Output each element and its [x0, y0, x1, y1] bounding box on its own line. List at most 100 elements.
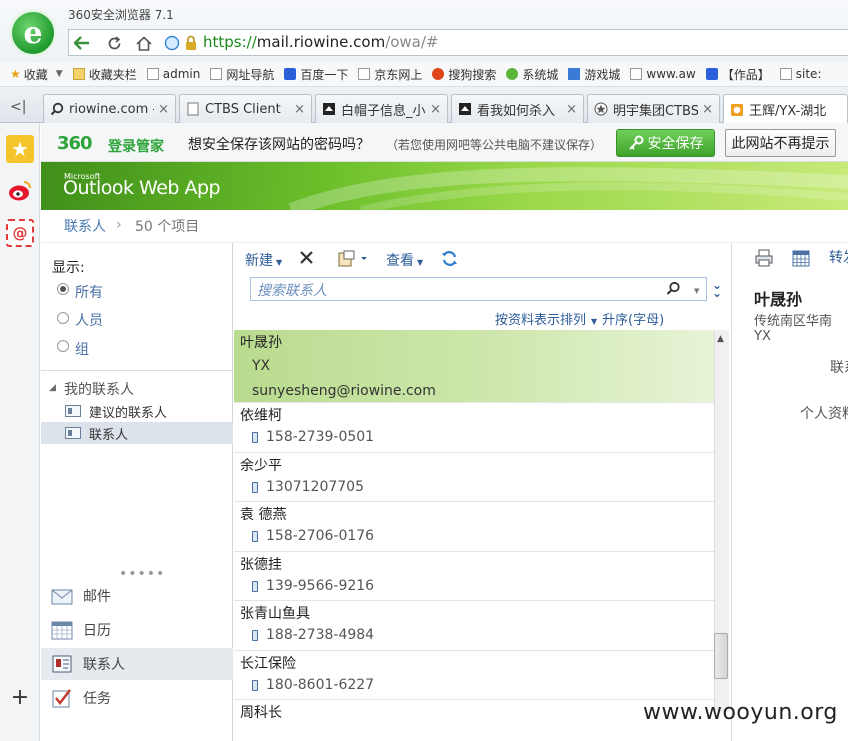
contact-phone: 180-8601-6227 [252, 677, 374, 693]
bookmark-sogou[interactable]: 搜狗搜索 [432, 66, 496, 83]
bookmark-works[interactable]: 【作品】 [705, 66, 770, 83]
page-icon [630, 68, 643, 80]
tab-riowine[interactable]: riowine.com - × [43, 94, 176, 123]
filter-people-radio[interactable] [57, 312, 69, 324]
filter-all-radio[interactable] [57, 283, 69, 295]
game-icon [568, 68, 581, 80]
tab-baimaozi[interactable]: 白帽子信息_小 × [315, 94, 448, 123]
security-shield-icon[interactable] [164, 35, 200, 55]
page-icon [146, 68, 159, 80]
close-icon[interactable]: × [702, 102, 713, 117]
calendar-grid-icon[interactable] [792, 249, 810, 271]
reading-contact-link[interactable]: 联系 [830, 357, 848, 377]
close-icon[interactable]: × [158, 102, 169, 117]
tab-label: CTBS Client [205, 101, 281, 117]
never-remind-button[interactable]: 此网站不再提示 [725, 129, 836, 157]
browser-title: 360安全浏览器 7.1 [68, 8, 174, 22]
scrollbar-thumb[interactable] [714, 633, 728, 679]
contact-row[interactable]: 余少平 13071207705 [234, 453, 716, 502]
module-tasks[interactable]: 任务 [41, 682, 233, 714]
save-password-hint: （若您使用网吧等公共电脑不建议保存） [386, 138, 603, 152]
contact-phone: 158-2706-0176 [252, 528, 374, 544]
safe-save-button[interactable]: 安全保存 [616, 129, 715, 157]
sogou-icon [432, 68, 445, 80]
module-mail[interactable]: 邮件 [41, 580, 233, 612]
breadcrumb-contacts[interactable]: 联系人 [64, 216, 106, 236]
sync-icon[interactable] [441, 250, 458, 271]
url-text[interactable]: https://mail.riowine.com/owa/# [203, 33, 439, 51]
filter-all-label[interactable]: 所有 [75, 282, 103, 302]
contact-company: YX [252, 358, 271, 374]
contact-name: 周科长 [240, 705, 282, 721]
bookmark-youxicheng[interactable]: 游戏城 [568, 66, 620, 83]
folder-contacts[interactable]: 联系人 [41, 422, 233, 444]
home-icon[interactable] [134, 33, 154, 53]
delete-icon[interactable] [298, 249, 315, 270]
view-menu[interactable]: 查看 ▼ [386, 250, 423, 270]
module-contacts[interactable]: 联系人 [41, 648, 233, 680]
collapse-triangle-icon[interactable]: ◢ [49, 383, 56, 393]
filter-groups-radio[interactable] [57, 340, 69, 352]
folder-icon [72, 68, 85, 80]
browser-logo[interactable]: e [9, 9, 57, 57]
sort-label: 按资料表示排列 [495, 313, 587, 328]
folder-label: 建议的联系人 [89, 405, 168, 421]
sort-order-toggle[interactable]: 升序(字母) [602, 309, 664, 328]
browser-sidebar: ★ @ + [0, 123, 40, 741]
contact-row-selected[interactable]: 叶晟孙 YX sunyesheng@riowine.com [234, 330, 716, 403]
module-calendar[interactable]: 日历 [41, 614, 233, 646]
refresh-icon[interactable] [104, 33, 124, 53]
tab-ctbs-client[interactable]: CTBS Client × [179, 94, 312, 123]
filter-groups-label[interactable]: 组 [75, 339, 89, 359]
bookmark-favorites[interactable]: ★ 收藏 ▼ [10, 66, 63, 83]
move-copy-icon[interactable] [338, 250, 370, 271]
contact-row[interactable]: 张青山鱼具 188-2738-4984 [234, 601, 716, 651]
close-icon[interactable]: × [294, 102, 305, 117]
dropdown-arrow-icon: ▼ [591, 317, 598, 326]
filter-people-label[interactable]: 人员 [75, 310, 103, 330]
close-icon[interactable]: × [566, 102, 577, 117]
bookmark-xitongcheng[interactable]: 系统城 [506, 66, 558, 83]
tasks-icon [52, 689, 71, 708]
tab-label: riowine.com - [69, 101, 155, 117]
show-label: 显示: [52, 260, 85, 276]
expand-search-icon[interactable]: ⌄ ⌄ [712, 279, 722, 299]
back-icon[interactable] [72, 33, 92, 53]
tab-wanghui-active[interactable]: 王辉/YX-湖北 [723, 94, 848, 124]
new-menu[interactable]: 新建 ▼ [245, 250, 282, 270]
contact-row[interactable]: 依维柯 158-2739-0501 [234, 403, 716, 453]
email-at-icon[interactable]: @ [6, 219, 34, 247]
folder-label: 联系人 [89, 427, 129, 443]
bookmark-site[interactable]: site: [779, 67, 821, 81]
bookmark-jd[interactable]: 京东网上 [358, 66, 422, 83]
my-contacts-group[interactable]: 我的联系人 [64, 379, 134, 399]
outlook-icon [731, 103, 743, 116]
scroll-up-icon[interactable]: ▲ [717, 334, 724, 344]
favorites-star-icon[interactable]: ★ [6, 135, 34, 163]
tab-kanwo[interactable]: 看我如何杀入 × [451, 94, 584, 123]
contact-row[interactable]: 张德挂 139-9566-9216 [234, 552, 716, 601]
search-icon[interactable] [666, 281, 681, 300]
bookmark-folder[interactable]: 收藏夹栏 [72, 66, 137, 83]
bookmark-nav[interactable]: 网址导航 [210, 66, 274, 83]
contact-phone: 139-9566-9216 [252, 578, 374, 594]
add-icon[interactable]: + [6, 683, 34, 711]
close-icon[interactable]: × [430, 102, 441, 117]
folder-suggested-contacts[interactable]: 建议的联系人 [41, 400, 233, 422]
weibo-icon[interactable] [6, 177, 34, 205]
search-options-arrow-icon[interactable]: ▼ [694, 287, 699, 295]
bookmark-baidu[interactable]: 百度一下 [284, 66, 348, 83]
sort-by-menu[interactable]: 按资料表示排列 ▼ [495, 309, 597, 328]
contact-row[interactable]: 长江保险 180-8601-6227 [234, 651, 716, 700]
bookmark-admin[interactable]: admin [146, 67, 200, 81]
dropdown-arrow-icon: ▼ [276, 258, 283, 267]
reading-profile-link[interactable]: 个人资料 [800, 403, 848, 423]
forward-action[interactable]: 转发 [829, 247, 848, 267]
print-icon[interactable] [755, 249, 773, 271]
bookmark-www-aw[interactable]: www.aw [630, 67, 696, 81]
contact-name: 张青山鱼具 [240, 606, 310, 622]
contact-row[interactable]: 袁 德燕 158-2706-0176 [234, 502, 716, 552]
tab-mingyu[interactable]: 明宇集团CTBS × [587, 94, 720, 123]
tab-label: 看我如何杀入 [477, 103, 556, 119]
tab-scroll-left-icon[interactable]: <| [10, 99, 26, 115]
